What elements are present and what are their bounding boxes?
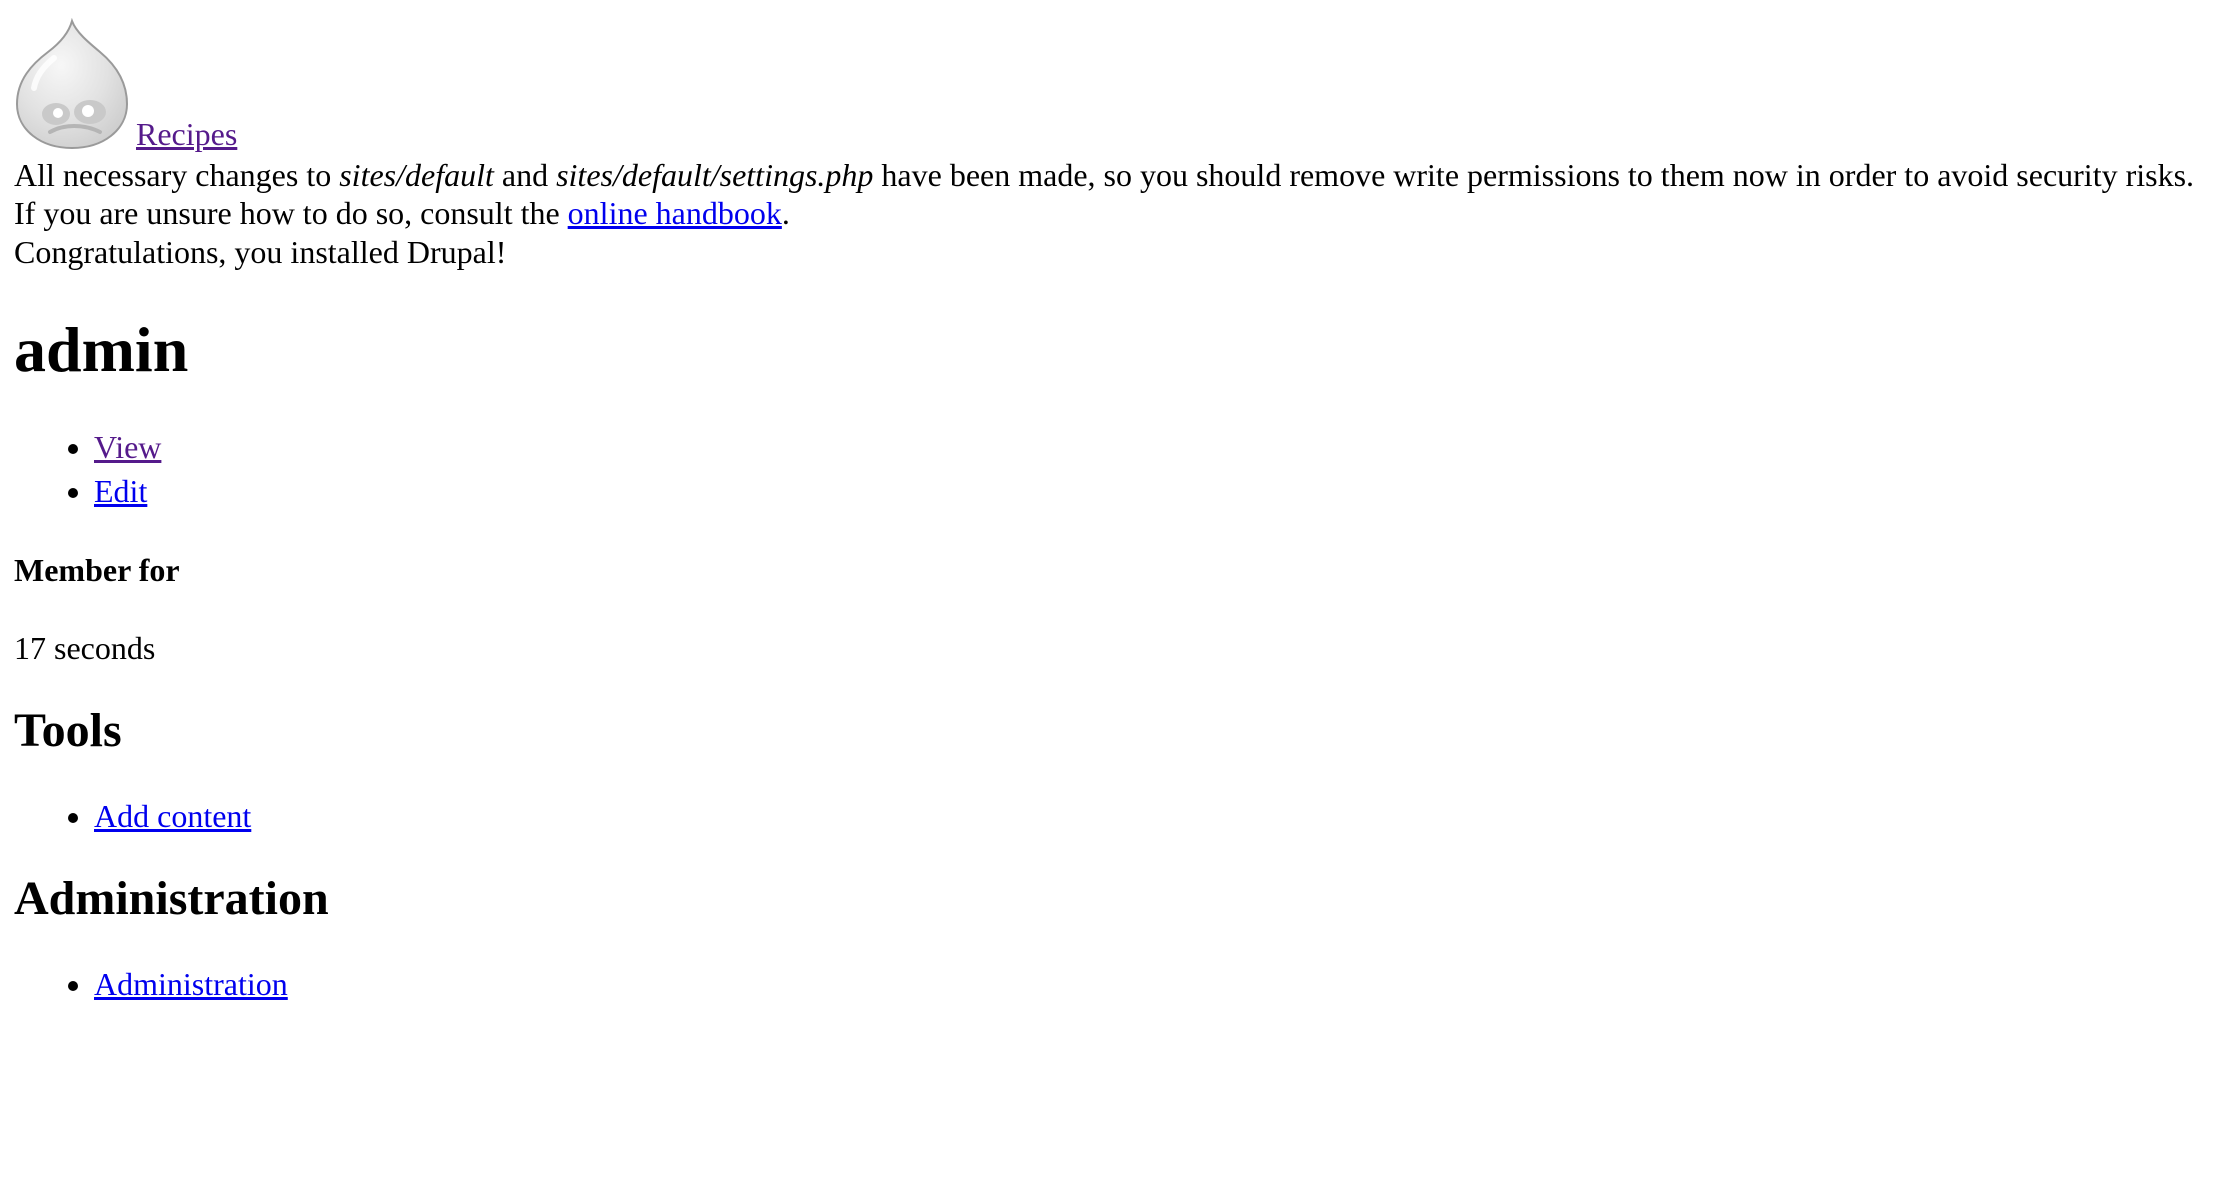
site-name[interactable]: Recipes [136,118,237,150]
drupal-drop-icon [15,18,129,150]
path-sites-default: sites/default [339,157,494,193]
tab-view-item: View [94,425,2206,469]
menu-item-add-content: Add content [94,797,2206,835]
tab-view[interactable]: View [94,429,161,465]
permissions-message: All necessary changes to sites/default a… [14,156,2206,233]
page: Recipes All necessary changes to sites/d… [0,0,2220,1004]
message-text: and [493,157,557,193]
status-messages: All necessary changes to sites/default a… [14,156,2206,271]
member-for-value: 17 seconds [14,630,156,667]
administration-link[interactable]: Administration [94,966,288,1002]
member-for-label: Member for [14,552,180,589]
tools-menu: Add content [14,797,2206,835]
administration-heading: Administration [14,871,329,925]
home-link[interactable]: Recipes [14,18,237,150]
tab-edit-item: Edit [94,469,2206,513]
message-text: All necessary changes to [14,157,340,193]
tools-heading: Tools [14,703,122,757]
menu-item-administration: Administration [94,965,2206,1003]
administration-menu: Administration [14,965,2206,1003]
message-text: . [781,195,790,232]
page-title: admin [14,314,189,386]
primary-tabs: View Edit [14,425,2206,513]
tab-edit[interactable]: Edit [94,473,147,509]
site-branding: Recipes [14,14,2206,156]
member-for-field: Member for 17 seconds [14,551,2206,668]
online-handbook-link[interactable]: online handbook [568,195,782,231]
path-settings-php: sites/default/settings.php [556,157,874,193]
congratulations-message: Congratulations, you installed Drupal! [14,233,507,270]
add-content-link[interactable]: Add content [94,798,251,834]
